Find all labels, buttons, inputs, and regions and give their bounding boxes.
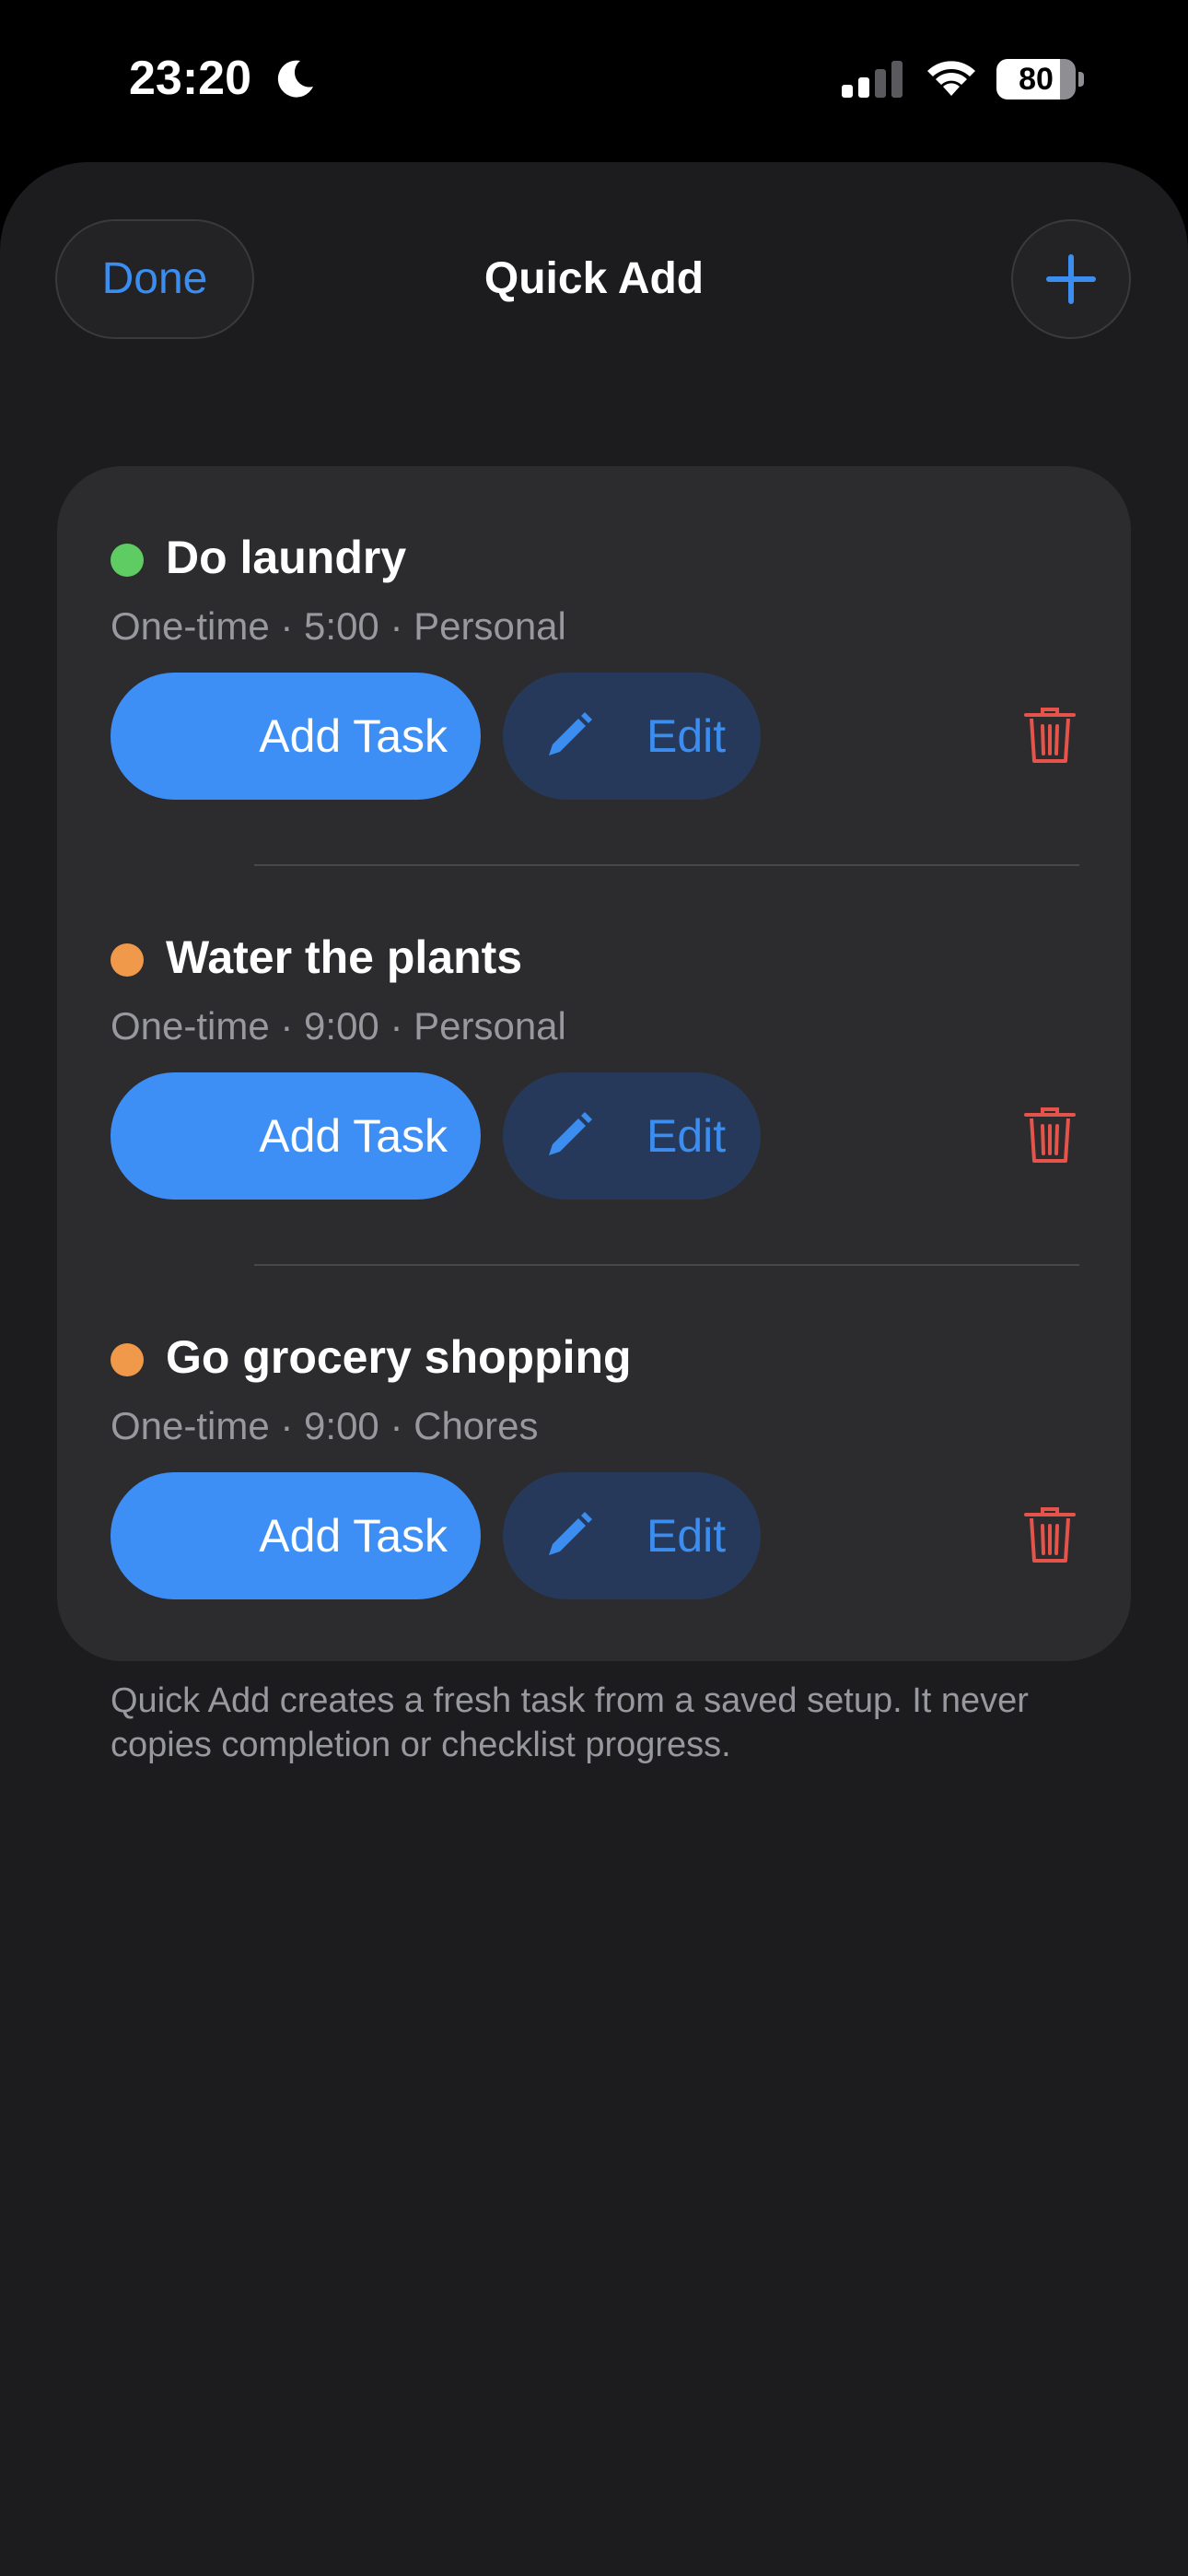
category-color-dot <box>111 1343 144 1376</box>
edit-button[interactable]: Edit <box>503 673 761 800</box>
task-title: Do laundry <box>166 532 407 583</box>
trash-icon[interactable] <box>1024 1507 1076 1564</box>
edit-label: Edit <box>646 710 727 762</box>
pencil-icon <box>549 1112 592 1155</box>
pencil-icon <box>549 1512 592 1555</box>
add-button[interactable] <box>1011 219 1131 339</box>
add-task-button[interactable]: Add Task <box>111 1472 481 1599</box>
edit-label: Edit <box>646 1510 727 1562</box>
edit-button[interactable]: Edit <box>503 1072 761 1200</box>
battery-tip <box>1078 72 1084 87</box>
battery-percent: 80 <box>1019 62 1054 97</box>
task-meta: One-time · 5:00 · Personal <box>111 604 566 648</box>
edit-button[interactable]: Edit <box>503 1472 761 1599</box>
wifi-icon <box>927 61 975 96</box>
quick-add-sheet: Done Quick Add Do laundry One-time · 5:0… <box>0 162 1188 2576</box>
quick-add-list: Do laundry One-time · 5:00 · Personal Ad… <box>57 466 1131 1661</box>
add-task-button[interactable]: Add Task <box>111 1072 481 1200</box>
task-meta: One-time · 9:00 · Personal <box>111 1004 566 1048</box>
moon-icon <box>277 60 313 98</box>
cellular-signal-icon <box>842 61 903 98</box>
status-bar: 23:20 80 <box>0 0 1188 162</box>
list-item: Go grocery shopping One-time · 9:00 · Ch… <box>57 1266 1131 1666</box>
battery-body: 80 <box>996 59 1076 100</box>
category-color-dot <box>111 943 144 977</box>
trash-icon[interactable] <box>1024 1107 1076 1165</box>
task-title: Go grocery shopping <box>166 1331 632 1383</box>
list-item: Water the plants One-time · 9:00 · Perso… <box>57 866 1131 1266</box>
add-task-button[interactable]: Add Task <box>111 673 481 800</box>
task-title: Water the plants <box>166 931 523 983</box>
battery-icon: 80 <box>996 59 1085 100</box>
screen: 23:20 80 Done Quick Add Do laundry One-t… <box>0 0 1188 2576</box>
done-button[interactable]: Done <box>55 219 254 339</box>
footer-note: Quick Add creates a fresh task from a sa… <box>111 1681 1029 1764</box>
status-time: 23:20 <box>129 52 251 105</box>
task-meta: One-time · 9:00 · Chores <box>111 1404 539 1447</box>
list-item: Do laundry One-time · 5:00 · Personal Ad… <box>57 466 1131 866</box>
trash-icon[interactable] <box>1024 708 1076 765</box>
page-title: Quick Add <box>483 254 705 303</box>
pencil-icon <box>549 712 592 755</box>
category-color-dot <box>111 544 144 577</box>
edit-label: Edit <box>646 1110 727 1162</box>
plus-icon <box>1046 254 1096 304</box>
